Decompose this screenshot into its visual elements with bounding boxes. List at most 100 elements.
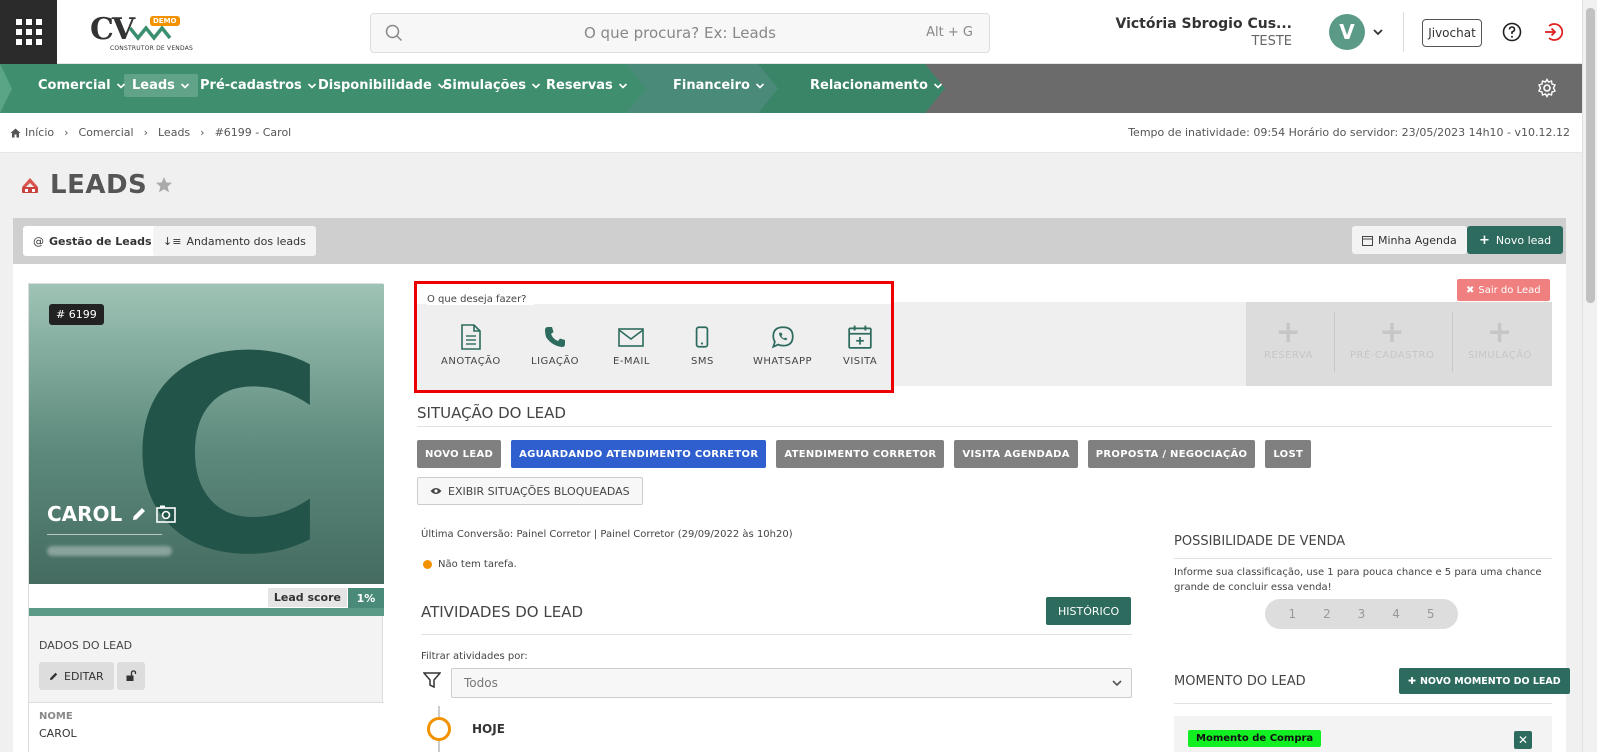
breadcrumb-home[interactable]: Início: [10, 126, 54, 139]
rating-4[interactable]: 4: [1392, 607, 1400, 621]
logout-icon[interactable]: [1543, 22, 1563, 42]
breadcrumb-comercial[interactable]: Comercial: [79, 126, 134, 139]
nav-reservas-label: Reservas: [546, 78, 613, 93]
lead-score: Lead score 1%: [29, 584, 384, 616]
page-scrollbar[interactable]: [1582, 0, 1597, 752]
divider: [421, 634, 1132, 635]
nav-disponibilidade[interactable]: Disponibilidade: [318, 78, 447, 93]
action-anotacao[interactable]: ANOTAÇÃO: [441, 324, 501, 367]
breadcrumb: Início › Comercial › Leads › #6199 - Car…: [10, 126, 291, 139]
search-input[interactable]: O que procura? Ex: Leads Alt + G: [370, 13, 990, 53]
search-icon: [385, 24, 403, 42]
avatar[interactable]: V: [1329, 14, 1365, 50]
last-conversion: Última Conversão: Painel Corretor | Pain…: [421, 529, 793, 540]
server-status: Tempo de inatividade: 09:54 Horário do s…: [1128, 126, 1570, 139]
action-pre-cadastro: + PRÉ-CADASTRO: [1350, 315, 1435, 362]
name-divider: [47, 534, 162, 535]
leads-magnet-icon: [22, 178, 38, 193]
breadcrumb-leads[interactable]: Leads: [158, 126, 190, 139]
actions-highlight-box: O que deseja fazer? ANOTAÇÃO LIGAÇÃO E-M…: [414, 281, 894, 393]
tab-andamento-dos-leads[interactable]: ↓≡ Andamento dos leads: [153, 226, 316, 256]
favorite-star-icon[interactable]: [155, 176, 173, 194]
status-proposta-negociacao[interactable]: PROPOSTA / NEGOCIAÇÃO: [1087, 440, 1256, 468]
separator: [1334, 312, 1335, 372]
logo-text: CV: [90, 12, 135, 47]
search-placeholder: O que procura? Ex: Leads: [583, 24, 776, 42]
rating-3[interactable]: 3: [1358, 607, 1366, 621]
lead-score-label: Lead score: [267, 588, 347, 607]
chevron-down-icon[interactable]: [1372, 26, 1384, 38]
nav-comercial[interactable]: Comercial: [38, 78, 126, 93]
top-header: CV DEMO CONSTRUTOR DE VENDAS O que procu…: [0, 0, 1582, 64]
nav-simulacoes[interactable]: Simulações: [443, 78, 541, 93]
chevron-down-icon: [180, 82, 189, 89]
whatsapp-icon: [771, 326, 794, 349]
chevron-down-icon: [933, 82, 943, 89]
novo-lead-button[interactable]: + Novo lead: [1467, 226, 1564, 254]
momento-title: MOMENTO DO LEAD: [1174, 674, 1306, 689]
camera-icon[interactable]: [156, 505, 177, 523]
dados-do-lead-title: DADOS DO LEAD: [39, 639, 133, 652]
scrollbar-thumb[interactable]: [1586, 8, 1595, 303]
jivochat-button[interactable]: Jivochat: [1422, 19, 1482, 47]
settings-gear-icon[interactable]: [1537, 78, 1557, 98]
calendar-plus-icon: [848, 325, 872, 349]
plus-icon: +: [1379, 315, 1405, 350]
remove-momento-icon[interactable]: ✕: [1514, 731, 1532, 749]
action-visita[interactable]: VISITA: [843, 324, 877, 367]
page-title-text: LEADS: [50, 170, 148, 200]
plus-icon: +: [1487, 315, 1513, 350]
novo-momento-button[interactable]: ✚ NOVO MOMENTO DO LEAD: [1399, 668, 1570, 694]
user-name: Victória Sbrogio Cus...: [1115, 16, 1293, 32]
logo-subtitle: CONSTRUTOR DE VENDAS: [110, 45, 194, 52]
action-simulacao: + SIMULAÇÃO: [1468, 315, 1532, 362]
home-icon: [10, 128, 21, 137]
plus-icon: ✚: [1408, 675, 1416, 687]
at-icon: @: [33, 234, 44, 248]
nav-relacionamento[interactable]: Relacionamento: [810, 78, 943, 93]
nav-pre-cadastros[interactable]: Pré-cadastros: [200, 78, 317, 93]
status-atendimento-corretor[interactable]: ATENDIMENTO CORRETOR: [776, 440, 945, 468]
breadcrumb-bar: Início › Comercial › Leads › #6199 - Car…: [0, 113, 1582, 153]
possibilidade-text: Informe sua classificação, use 1 para po…: [1174, 567, 1542, 593]
minha-agenda-button[interactable]: Minha Agenda: [1352, 226, 1467, 254]
nav-simulacoes-label: Simulações: [443, 78, 527, 93]
plus-icon: +: [1479, 232, 1490, 248]
rating-2[interactable]: 2: [1323, 607, 1331, 621]
chevron-down-icon: [618, 82, 627, 89]
logo[interactable]: CV DEMO CONSTRUTOR DE VENDAS: [90, 12, 194, 54]
status-novo-lead[interactable]: NOVO LEAD: [417, 440, 502, 468]
nav-leads-label: Leads: [132, 78, 175, 93]
nav-financeiro[interactable]: Financeiro: [673, 78, 765, 93]
nav-leads[interactable]: Leads: [124, 74, 198, 97]
rating-5[interactable]: 5: [1427, 607, 1435, 621]
historico-button[interactable]: HISTÓRICO: [1046, 597, 1132, 625]
unlock-button[interactable]: [117, 662, 145, 690]
activity-filter-select[interactable]: Todos: [451, 668, 1132, 698]
rating-1[interactable]: 1: [1288, 607, 1296, 621]
status-lost[interactable]: LOST: [1265, 440, 1312, 468]
nav-reservas[interactable]: Reservas: [546, 78, 628, 93]
nav-disponibilidade-label: Disponibilidade: [318, 78, 432, 93]
sair-do-lead-button[interactable]: ✖ Sair do Lead: [1457, 279, 1550, 301]
apps-menu-button[interactable]: [0, 0, 57, 64]
main-nav: Comercial Leads Pré-cadastros Disponibil…: [0, 64, 1582, 113]
status-aguardando-atendimento[interactable]: AGUARDANDO ATENDIMENTO CORRETOR: [511, 440, 767, 468]
eye-icon: [430, 488, 442, 494]
edit-lead-button[interactable]: EDITAR: [39, 662, 114, 690]
tab-gestao-de-leads[interactable]: @ Gestão de Leads: [23, 226, 162, 256]
tab-bar: @ Gestão de Leads ↓≡ Andamento dos leads…: [13, 218, 1566, 264]
action-whatsapp[interactable]: WHATSAPP: [753, 324, 812, 367]
pencil-icon[interactable]: [130, 505, 148, 523]
status-visita-agendada[interactable]: VISITA AGENDADA: [954, 440, 1078, 468]
phone-icon: [544, 327, 565, 347]
action-ligacao[interactable]: LIGAÇÃO: [531, 324, 579, 367]
page-title: LEADS: [18, 170, 173, 200]
task-status: Não tem tarefa.: [423, 559, 517, 570]
user-info[interactable]: Victória Sbrogio Cus... TESTE: [1116, 16, 1293, 49]
action-email[interactable]: E-MAIL: [613, 324, 650, 367]
close-icon: ✖: [1466, 284, 1475, 296]
show-blocked-statuses-button[interactable]: EXIBIR SITUAÇÕES BLOQUEADAS: [417, 477, 643, 505]
action-sms[interactable]: SMS: [691, 324, 714, 367]
help-icon[interactable]: [1502, 22, 1522, 42]
